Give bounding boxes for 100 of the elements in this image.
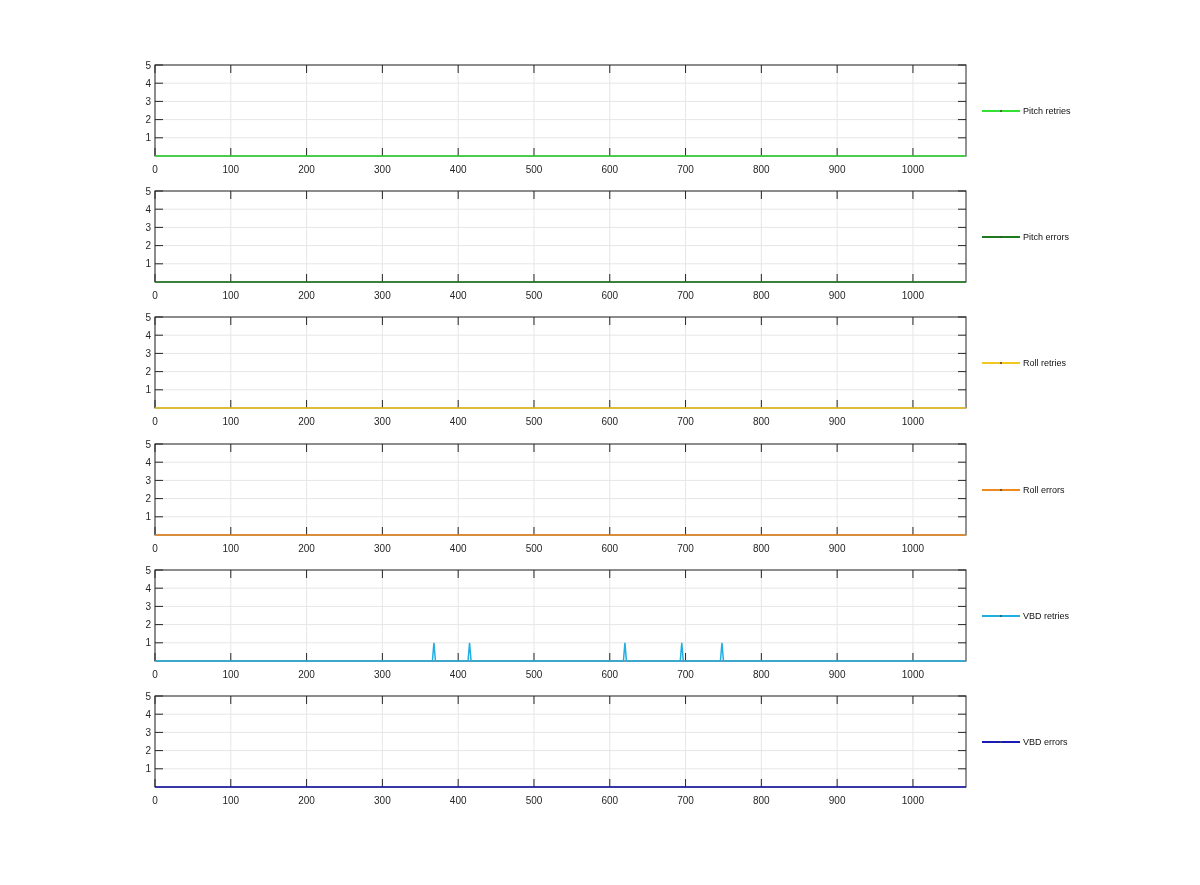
x-tick-label: 900 <box>828 794 846 806</box>
x-tick-label: 600 <box>601 542 619 554</box>
y-tick-label: 3 <box>145 222 151 234</box>
x-tick-label: 200 <box>298 668 315 680</box>
legend-line-icon <box>982 738 1020 745</box>
x-tick-label: 700 <box>677 164 694 175</box>
x-tick-label: 200 <box>298 290 315 302</box>
x-tick-label: 0 <box>152 668 158 680</box>
y-tick-label: 4 <box>145 330 151 342</box>
x-tick-label: 500 <box>525 416 543 428</box>
y-tick-label: 5 <box>145 438 151 450</box>
x-tick-label: 200 <box>298 164 315 175</box>
legend-label: Pitch retries <box>1023 106 1071 116</box>
y-tick-label: 1 <box>145 384 151 396</box>
x-tick-label: 800 <box>753 794 770 806</box>
x-tick-label: 100 <box>222 542 240 554</box>
y-tick-label: 5 <box>145 311 151 323</box>
y-tick-label: 4 <box>145 708 151 720</box>
x-tick-label: 800 <box>753 542 770 554</box>
x-tick-label: 300 <box>374 416 391 428</box>
x-tick-label: 500 <box>525 668 543 680</box>
x-tick-label: 100 <box>222 668 240 680</box>
x-tick-label: 0 <box>152 164 158 175</box>
x-tick-label: 100 <box>222 164 240 175</box>
x-tick-label: 700 <box>677 542 694 554</box>
x-tick-label: 1000 <box>901 164 925 175</box>
x-tick-label: 900 <box>828 164 846 175</box>
x-tick-label: 400 <box>449 668 467 680</box>
x-tick-label: 600 <box>601 416 619 428</box>
x-tick-label: 600 <box>601 794 619 806</box>
x-tick-label: 600 <box>601 290 619 302</box>
x-tick-label: 700 <box>677 668 694 680</box>
y-tick-label: 3 <box>145 474 151 486</box>
legend-line-icon <box>982 360 1020 367</box>
y-tick-label: 2 <box>145 114 151 126</box>
x-tick-label: 700 <box>677 794 694 806</box>
x-tick-label: 300 <box>374 668 391 680</box>
x-tick-label: 400 <box>449 164 467 175</box>
x-tick-label: 500 <box>525 542 543 554</box>
x-tick-label: 300 <box>374 290 391 302</box>
y-tick-label: 1 <box>145 132 151 144</box>
legend-line-icon <box>982 234 1020 241</box>
x-tick-label: 200 <box>298 542 315 554</box>
y-tick-label: 2 <box>145 366 151 378</box>
y-tick-label: 4 <box>145 77 151 89</box>
y-tick-label: 2 <box>145 745 151 757</box>
x-tick-label: 500 <box>525 164 543 175</box>
x-tick-label: 200 <box>298 794 315 806</box>
legend-line-icon <box>982 612 1020 619</box>
y-tick-label: 3 <box>145 600 151 612</box>
legend-label: VBD errors <box>1023 736 1068 747</box>
x-tick-label: 1000 <box>901 290 925 302</box>
x-tick-label: 400 <box>449 416 467 428</box>
x-tick-label: 0 <box>152 416 158 428</box>
x-tick-label: 700 <box>677 416 694 428</box>
y-tick-label: 1 <box>145 637 151 649</box>
x-tick-label: 800 <box>753 668 770 680</box>
legend-label: VBD retries <box>1023 610 1069 621</box>
x-tick-label: 400 <box>449 794 467 806</box>
y-tick-label: 2 <box>145 492 151 504</box>
x-tick-label: 500 <box>525 794 543 806</box>
x-tick-label: 300 <box>374 542 391 554</box>
x-tick-label: 100 <box>222 794 240 806</box>
legend-label: Pitch errors <box>1023 232 1069 243</box>
x-tick-label: 100 <box>222 290 240 302</box>
legend-line-icon <box>982 108 1020 114</box>
y-tick-label: 1 <box>145 258 151 270</box>
legend-line-icon <box>982 486 1020 493</box>
x-tick-label: 900 <box>828 542 846 554</box>
x-tick-label: 900 <box>828 290 846 302</box>
x-tick-label: 600 <box>601 164 619 175</box>
x-tick-label: 800 <box>753 416 770 428</box>
x-tick-label: 800 <box>753 290 770 302</box>
x-tick-label: 400 <box>449 290 467 302</box>
x-tick-label: 400 <box>449 542 467 554</box>
x-tick-label: 1000 <box>901 542 925 554</box>
y-tick-label: 3 <box>145 348 151 360</box>
x-tick-label: 900 <box>828 416 846 428</box>
y-tick-label: 1 <box>145 510 151 522</box>
x-tick-label: 1000 <box>901 416 925 428</box>
y-tick-label: 3 <box>145 95 151 107</box>
x-tick-label: 700 <box>677 290 694 302</box>
legend-label: Roll retries <box>1023 358 1066 369</box>
y-tick-label: 4 <box>145 456 151 468</box>
x-tick-label: 0 <box>152 290 158 302</box>
x-tick-label: 600 <box>601 668 619 680</box>
y-tick-label: 3 <box>145 726 151 738</box>
y-tick-label: 5 <box>145 690 151 702</box>
x-tick-label: 800 <box>753 164 770 175</box>
y-tick-label: 4 <box>145 582 151 594</box>
x-tick-label: 1000 <box>901 668 925 680</box>
y-tick-label: 2 <box>145 618 151 630</box>
y-tick-label: 4 <box>145 203 151 215</box>
x-tick-label: 200 <box>298 416 315 428</box>
x-tick-label: 300 <box>374 794 391 806</box>
x-tick-label: 100 <box>222 416 240 428</box>
x-tick-label: 0 <box>152 542 158 554</box>
y-tick-label: 2 <box>145 240 151 252</box>
x-tick-label: 1000 <box>901 794 925 806</box>
legend-label: Roll errors <box>1023 484 1065 495</box>
